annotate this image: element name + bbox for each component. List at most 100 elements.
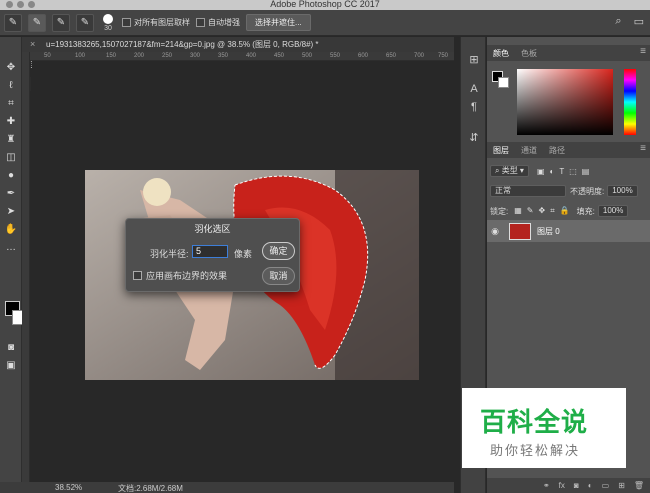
paragraph-panel-icon[interactable]: ¶	[465, 99, 483, 115]
ruler-tick: 250	[162, 53, 173, 59]
close-tab-icon[interactable]: ×	[30, 39, 35, 49]
pen-tool-icon[interactable]: ✒	[1, 185, 21, 201]
screen-mode-icon[interactable]: ▣	[1, 357, 21, 373]
layer-thumbnail	[509, 222, 531, 240]
layer-kind-filter[interactable]: ⌕ 类型 ▾	[490, 165, 529, 177]
add-mask-icon[interactable]: ◙	[574, 481, 579, 490]
brush-size-value: 30	[104, 24, 112, 32]
ruler-tick: 750	[438, 53, 449, 59]
quick-mask-icon[interactable]: ◙	[1, 339, 21, 355]
auto-enhance-checkbox[interactable]: 自动增强	[196, 17, 240, 28]
lock-row: 锁定: ▦✎✥⌗🔒 填充: 100%	[490, 204, 629, 218]
layers-panel-header: 图层 通道 路径 ≡	[487, 142, 650, 158]
color-picker-field[interactable]	[517, 69, 613, 135]
quick-select-preset-icon[interactable]: ✎	[4, 13, 22, 32]
checkbox-box	[122, 18, 131, 27]
history-panel-icon[interactable]: ⊞	[465, 51, 483, 67]
checkbox-box	[196, 18, 205, 27]
status-bar: 38.52% 文档:2.68M/2.68M	[0, 482, 454, 493]
link-layers-icon[interactable]: ⚭	[543, 481, 550, 490]
checkbox-box	[133, 271, 142, 280]
unit-label: 像素	[234, 249, 253, 259]
ruler-tick: 400	[246, 53, 257, 59]
feather-radius-input[interactable]: 5	[192, 245, 228, 258]
cancel-button[interactable]: 取消	[262, 267, 295, 285]
feather-selection-dialog: 羽化选区 羽化半径: 5 像素 应用画布边界的效果 确定 取消	[125, 218, 300, 292]
layers-footer: ⚭ fx ◙ ◐ ▭ ⊞ 🗑	[487, 478, 650, 493]
brush-size-picker[interactable]: 30	[100, 13, 116, 32]
ruler-tick: 50	[44, 53, 51, 59]
ruler-tick: 100	[75, 53, 86, 59]
fill-label: 填充:	[576, 206, 595, 216]
background-color-swatch[interactable]	[498, 77, 509, 88]
blend-mode-select[interactable]: 正常	[490, 185, 566, 197]
horizontal-ruler: 50 100 150 200 250 300 350 400 450 500 5…	[30, 52, 454, 61]
ruler-tick: 150	[106, 53, 117, 59]
ruler-tick: 700	[414, 53, 425, 59]
visibility-eye-icon[interactable]: ◉	[487, 226, 503, 237]
hue-slider[interactable]	[624, 69, 636, 135]
watermark-title: 百科全说	[480, 407, 589, 437]
new-group-icon[interactable]: ▭	[602, 481, 610, 490]
new-layer-icon[interactable]: ⊞	[618, 481, 625, 490]
brush-tip-icon	[103, 13, 113, 24]
healing-tool-icon[interactable]: ✚	[1, 113, 21, 129]
layer-row[interactable]: ◉ 图层 0	[487, 220, 650, 242]
adjustments-panel-icon[interactable]: ⇵	[465, 129, 483, 145]
search-icon[interactable]: ⌕	[615, 15, 621, 28]
panel-menu-icon[interactable]: ≡	[640, 46, 646, 57]
ruler-tick: 500	[302, 53, 313, 59]
fx-icon[interactable]: fx	[559, 481, 565, 490]
tab-channels[interactable]: 通道	[521, 145, 537, 156]
new-selection-icon[interactable]: ✎	[28, 13, 46, 32]
character-panel-icon[interactable]: A	[465, 81, 483, 97]
adjustment-layer-icon[interactable]: ◐	[588, 481, 593, 490]
apply-canvas-bounds-label: 应用画布边界的效果	[146, 271, 228, 281]
select-and-mask-button[interactable]: 选择并遮住...	[246, 14, 311, 31]
ruler-tick: 350	[218, 53, 229, 59]
move-tool-icon[interactable]: ✥	[1, 59, 21, 75]
tab-layers[interactable]: 图层	[493, 145, 509, 156]
ok-button[interactable]: 确定	[262, 242, 295, 260]
subtract-selection-icon[interactable]: ✎	[76, 13, 94, 32]
sample-all-layers-checkbox[interactable]: 对所有图层取样	[122, 17, 190, 28]
fill-input[interactable]: 100%	[597, 205, 629, 217]
ruler-tick: 650	[386, 53, 397, 59]
layer-filter-row: ⌕ 类型 ▾ ▣◐T⬚▤	[490, 164, 594, 178]
opacity-label: 不透明度:	[570, 186, 605, 196]
zoom-level[interactable]: 38.52%	[55, 483, 82, 492]
trash-icon[interactable]: 🗑	[634, 481, 644, 490]
dodge-tool-icon[interactable]: ●	[1, 167, 21, 183]
ruler-tick: 550	[330, 53, 341, 59]
tab-color[interactable]: 颜色	[493, 48, 509, 59]
blend-row: 正常 不透明度: 100%	[490, 184, 638, 198]
vertical-ruler	[22, 52, 30, 482]
layer-name: 图层 0	[537, 226, 560, 236]
path-select-tool-icon[interactable]: ➤	[1, 203, 21, 219]
ruler-tick: 200	[134, 53, 145, 59]
eraser-tool-icon[interactable]: ◫	[1, 149, 21, 165]
panel-menu-icon[interactable]: ≡	[640, 143, 646, 154]
document-tab[interactable]: u=1931383265,1507027187&fm=214&gp=0.jpg …	[46, 39, 319, 50]
dialog-title: 羽化选区	[194, 224, 231, 234]
tab-paths[interactable]: 路径	[549, 145, 565, 156]
filter-kind-label: 类型	[501, 166, 518, 175]
tab-swatches[interactable]: 色板	[521, 48, 537, 59]
more-tools-icon[interactable]: …	[1, 239, 21, 255]
ruler-tick: 600	[358, 53, 369, 59]
auto-enhance-label: 自动增强	[208, 18, 240, 27]
lock-icons[interactable]: ▦✎✥⌗🔒	[514, 206, 574, 216]
filter-icons[interactable]: ▣◐T⬚▤	[537, 167, 594, 176]
hand-tool-icon[interactable]: ✋	[1, 221, 21, 237]
document-tab-bar: × u=1931383265,1507027187&fm=214&gp=0.jp…	[22, 37, 454, 52]
add-selection-icon[interactable]: ✎	[52, 13, 70, 32]
crop-tool-icon[interactable]: ⌗	[1, 95, 21, 111]
options-bar: ✎ ✎ ✎ ✎ 30 对所有图层取样 自动增强 选择并遮住... ⌕ ▭	[0, 10, 650, 36]
apply-canvas-bounds-checkbox[interactable]: 应用画布边界的效果	[133, 269, 227, 282]
opacity-input[interactable]: 100%	[607, 185, 638, 197]
stamp-tool-icon[interactable]: ♜	[1, 131, 21, 147]
watermark: 百科全说 助你轻松解决	[462, 388, 626, 468]
lasso-tool-icon[interactable]: ℓ	[1, 77, 21, 93]
workspace-icon[interactable]: ▭	[634, 15, 644, 28]
tools-panel: ✥ ℓ ⌗ ✚ ♜ ◫ ● ✒ ➤ ✋ … ◙ ▣	[0, 37, 27, 482]
